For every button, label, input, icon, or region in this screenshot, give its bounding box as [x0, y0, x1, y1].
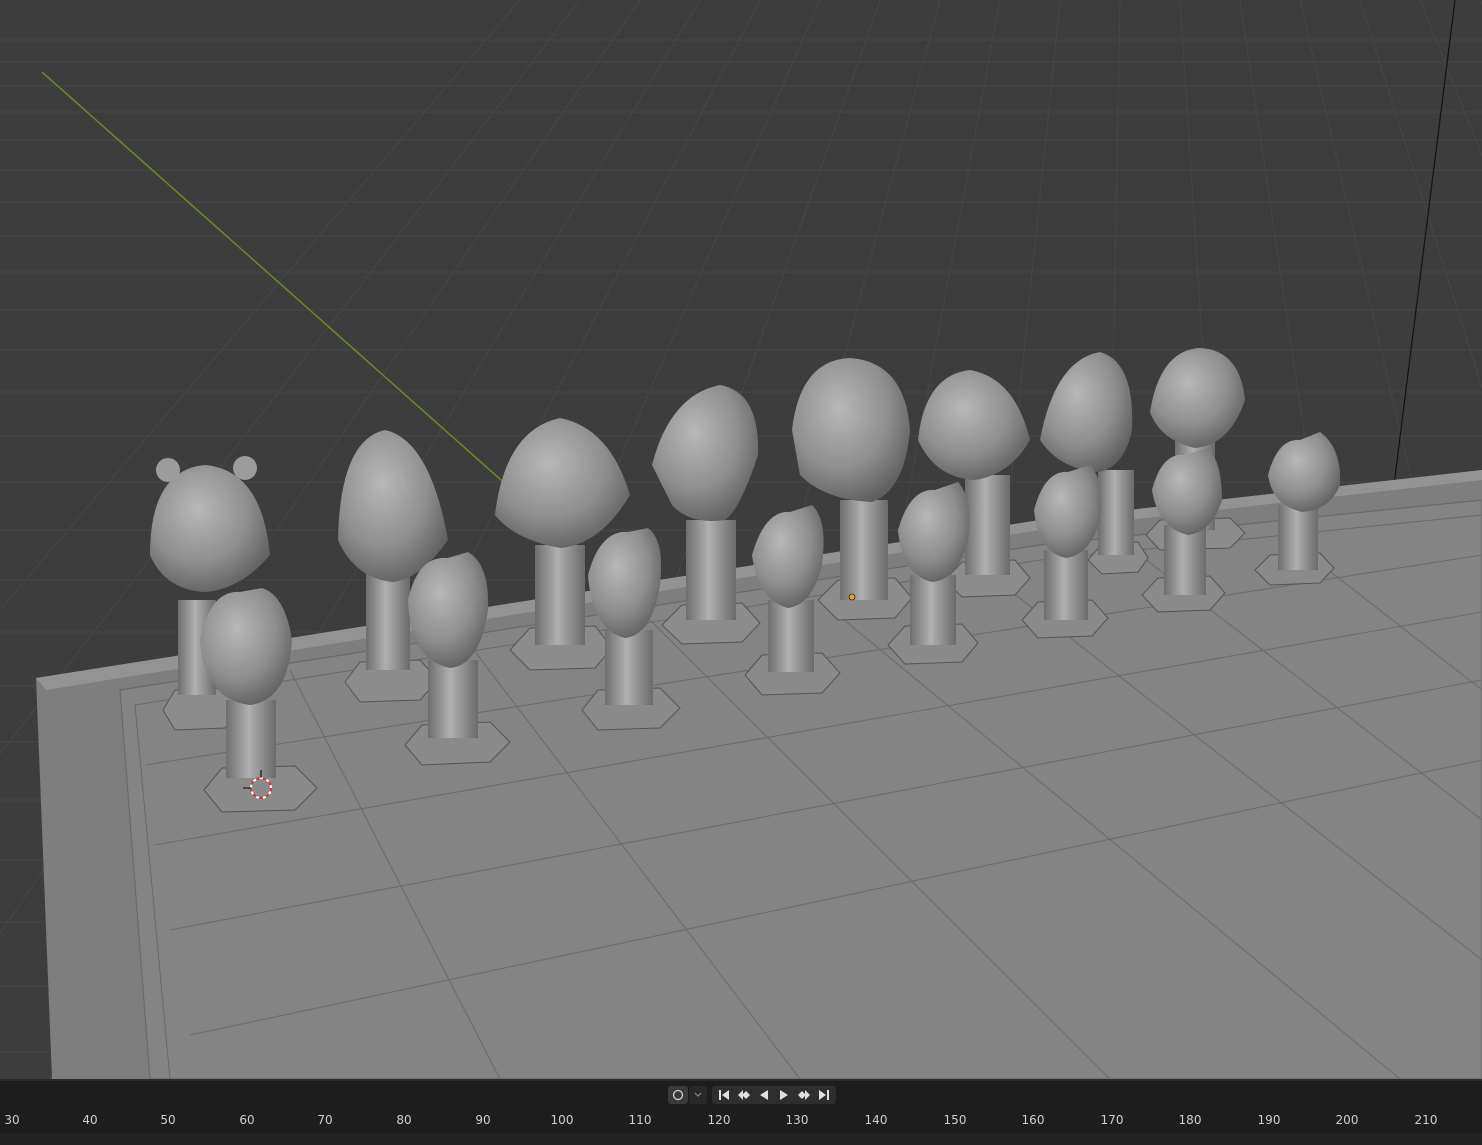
frame-label: 210	[1414, 1113, 1438, 1127]
frame-label: 70	[317, 1113, 333, 1127]
frame-label: 30	[4, 1113, 20, 1127]
play-icon[interactable]	[774, 1086, 794, 1104]
frame-label: 50	[160, 1113, 176, 1127]
frame-label: 120	[707, 1113, 731, 1127]
frame-label: 160	[1021, 1113, 1045, 1127]
record-circle-icon[interactable]	[668, 1086, 688, 1104]
object-origin-icon	[848, 593, 856, 601]
frame-label: 200	[1335, 1113, 1359, 1127]
3d-viewport[interactable]	[0, 0, 1482, 1079]
next-keyframe-icon[interactable]	[794, 1086, 814, 1104]
chevron-down-icon[interactable]	[689, 1086, 707, 1104]
frame-label: 130	[785, 1113, 809, 1127]
frame-label: 100	[550, 1113, 574, 1127]
frame-label: 80	[396, 1113, 412, 1127]
frame-ruler[interactable]: 30 40 50 60 70 80 90 100 110 120 130 140…	[0, 1107, 1482, 1133]
viewport-canvas[interactable]	[0, 0, 1482, 1079]
timeline-editor[interactable]: 30 40 50 60 70 80 90 100 110 120 130 140…	[0, 1079, 1482, 1145]
frame-label: 110	[628, 1113, 652, 1127]
frame-label: 140	[864, 1113, 888, 1127]
frame-label: 170	[1100, 1113, 1124, 1127]
playback-bar	[0, 1081, 1482, 1107]
frame-label: 40	[82, 1113, 98, 1127]
frame-label: 180	[1178, 1113, 1202, 1127]
frame-label: 190	[1257, 1113, 1281, 1127]
play-reverse-icon[interactable]	[754, 1086, 774, 1104]
frame-label: 150	[943, 1113, 967, 1127]
transport-controls	[712, 1086, 836, 1104]
jump-end-icon[interactable]	[814, 1086, 834, 1104]
frame-label: 60	[239, 1113, 255, 1127]
prev-keyframe-icon[interactable]	[734, 1086, 754, 1104]
frame-label: 90	[475, 1113, 491, 1127]
jump-start-icon[interactable]	[714, 1086, 734, 1104]
timeline-track-area[interactable]	[0, 1133, 1482, 1145]
